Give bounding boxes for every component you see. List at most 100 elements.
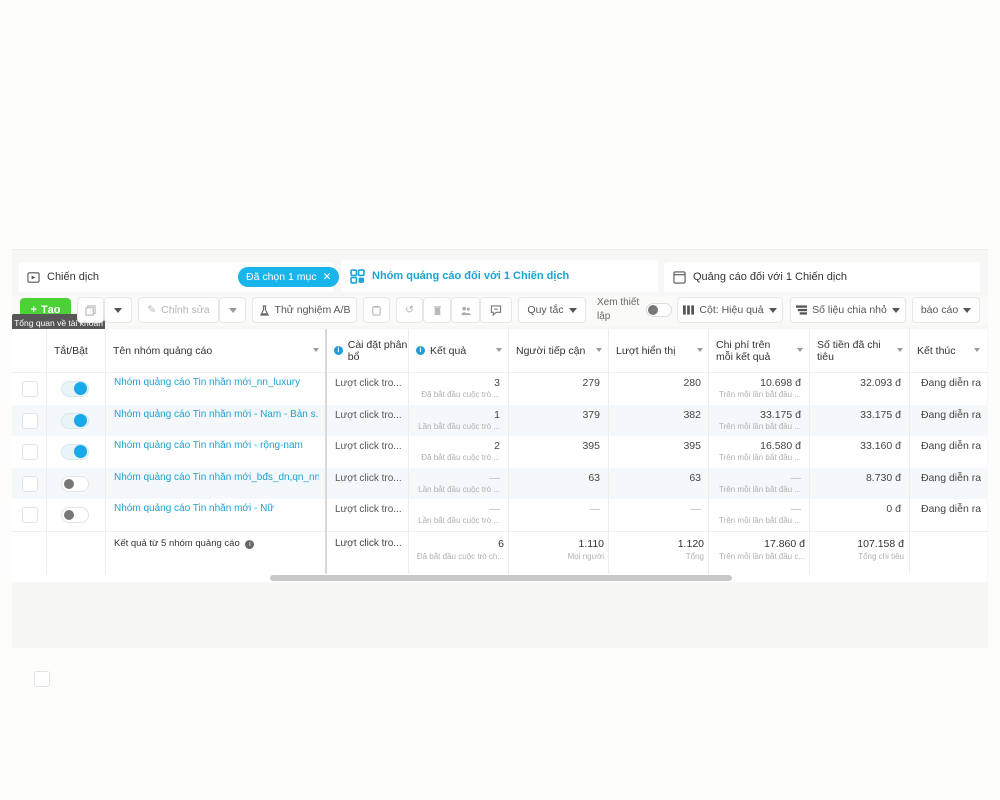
- header-amount-spent[interactable]: Số tiền đã chi tiêu: [810, 329, 909, 372]
- reports-label: báo cáo: [920, 304, 959, 316]
- column-divider: [909, 329, 910, 574]
- row-toggle[interactable]: [61, 412, 89, 429]
- row-checkbox[interactable]: [22, 381, 38, 397]
- info-icon[interactable]: i: [334, 346, 343, 355]
- header-impressions[interactable]: Lượt hiển thị: [609, 329, 709, 372]
- totals-delivery: Lượt click tro...: [335, 538, 402, 549]
- results-cell: 3: [494, 377, 500, 389]
- sort-icon[interactable]: [313, 348, 319, 352]
- header-ends-label: Kết thúc: [917, 344, 956, 357]
- clipboard-button[interactable]: [363, 297, 390, 323]
- delivery-cell: Lượt click tro...: [335, 378, 402, 389]
- rules-dropdown[interactable]: Quy tắc: [518, 297, 586, 323]
- spent-cell: 8.730 đ: [865, 471, 901, 484]
- view-setup-toggle[interactable]: [646, 303, 672, 317]
- audience-button[interactable]: [451, 297, 480, 323]
- header-results-label: Kết quả: [430, 344, 467, 357]
- results-cell: 2: [494, 440, 500, 452]
- cpr-cell: 33.175 đ: [760, 408, 801, 421]
- duplicate-icon: [85, 304, 96, 316]
- row-toggle[interactable]: [61, 381, 89, 397]
- spent-cell: 33.160 đ: [860, 440, 901, 452]
- results-sub: Lần bắt đầu cuộc trò ...: [418, 484, 500, 494]
- tab-ads-label: Quảng cáo đối với 1 Chiến dịch: [693, 271, 847, 283]
- row-checkbox[interactable]: [22, 475, 38, 492]
- info-icon[interactable]: i: [416, 346, 425, 355]
- header-spent-label: Số tiền đã chi tiêu: [817, 338, 881, 363]
- breakdown-dropdown[interactable]: Số liệu chia nhỏ: [790, 297, 906, 323]
- row-toggle[interactable]: [61, 475, 89, 492]
- spent-cell: 33.175 đ: [860, 408, 901, 421]
- chevron-down-icon: [114, 307, 122, 313]
- comment-button[interactable]: [480, 297, 512, 323]
- reach-cell: 63: [588, 471, 600, 484]
- row-checkbox[interactable]: [22, 507, 38, 523]
- totals-impressions-sub: Tổng: [685, 552, 704, 561]
- impressions-cell: 280: [683, 377, 701, 389]
- edit-button[interactable]: ✎ Chỉnh sửa: [138, 297, 219, 323]
- grid-icon: [350, 268, 365, 284]
- header-select-all[interactable]: [12, 329, 50, 687]
- sort-icon[interactable]: [596, 348, 602, 352]
- adset-name-link[interactable]: Nhóm quảng cáo Tin nhắn mới - rộng-nam: [114, 440, 319, 451]
- breakdown-icon: [796, 305, 808, 315]
- column-divider: [46, 329, 47, 574]
- adset-name-link[interactable]: Nhóm quảng cáo Tin nhắn mới_nn_luxury: [114, 377, 319, 388]
- tab-adsets[interactable]: Nhóm quảng cáo đối với 1 Chiến dịch: [341, 260, 658, 292]
- delivery-cell: Lượt click tro...: [335, 504, 402, 515]
- select-all-checkbox[interactable]: [34, 671, 50, 687]
- sort-icon[interactable]: [797, 348, 803, 352]
- row-checkbox[interactable]: [22, 412, 38, 429]
- reach-cell: 279: [582, 377, 600, 389]
- adset-name-link[interactable]: Nhóm quảng cáo Tin nhắn mới_bđs_dn,qn_nn: [114, 472, 319, 483]
- comment-icon: [490, 304, 502, 316]
- trash-icon: [433, 305, 441, 315]
- columns-dropdown[interactable]: Cột: Hiệu quả: [677, 297, 783, 323]
- chevron-down-icon: [568, 307, 577, 313]
- adset-name-link[interactable]: Nhóm quảng cáo Tin nhắn mới - Nam - Bản …: [114, 409, 319, 420]
- header-name[interactable]: Tên nhóm quảng cáo: [106, 329, 325, 372]
- columns-icon: [683, 305, 695, 315]
- edit-dropdown[interactable]: [219, 297, 246, 323]
- close-icon[interactable]: ✕: [323, 271, 332, 283]
- ab-test-button[interactable]: Thử nghiệm A/B: [252, 297, 357, 323]
- horizontal-scrollbar[interactable]: [270, 575, 732, 581]
- info-icon[interactable]: i: [245, 540, 255, 549]
- reports-dropdown[interactable]: báo cáo: [912, 297, 980, 323]
- sort-icon[interactable]: [697, 348, 703, 352]
- sort-icon[interactable]: [974, 348, 980, 352]
- header-ends[interactable]: Kết thúc: [910, 329, 986, 372]
- folder-icon: [27, 271, 40, 283]
- reach-cell: —: [589, 503, 601, 515]
- selected-items-pill[interactable]: Đã chọn 1 mục ✕: [238, 267, 340, 287]
- delete-button[interactable]: [423, 297, 451, 323]
- tab-ads[interactable]: Quảng cáo đối với 1 Chiến dịch: [664, 262, 980, 292]
- header-reach[interactable]: Người tiếp cận: [509, 329, 608, 372]
- selected-items-label: Đã chọn 1 mục: [246, 271, 317, 283]
- rules-label: Quy tắc: [527, 304, 564, 316]
- header-delivery[interactable]: i Cài đặt phân bổ: [327, 329, 408, 372]
- adset-name-link[interactable]: Nhóm quảng cáo Tin nhắn mới - Nữ: [114, 503, 319, 514]
- header-delivery-label: Cài đặt phân bổ: [347, 338, 408, 363]
- row-toggle[interactable]: [61, 444, 89, 460]
- undo-button[interactable]: ↺: [396, 297, 423, 323]
- header-results[interactable]: i Kết quả: [409, 329, 508, 372]
- results-sub: Đã bắt đầu cuộc trò ...: [421, 390, 500, 399]
- row-toggle[interactable]: [61, 507, 89, 523]
- row-checkbox[interactable]: [22, 444, 38, 460]
- sort-icon[interactable]: [897, 348, 903, 352]
- header-cost-per-result[interactable]: Chi phí trên mỗi kết quả: [709, 329, 809, 372]
- toggle-knob: [74, 413, 87, 427]
- sort-icon[interactable]: [496, 348, 502, 352]
- duplicate-dropdown[interactable]: [104, 297, 132, 323]
- results-sub: Lần bắt đầu cuộc trò ...: [418, 516, 500, 525]
- cpr-cell: —: [790, 471, 802, 484]
- totals-cpr-sub: Trên mỗi lần bắt đầu c...: [719, 552, 805, 561]
- duplicate-button[interactable]: [77, 297, 104, 323]
- ab-test-label: Thử nghiệm A/B: [274, 304, 351, 316]
- delivery-cell: Lượt click tro...: [335, 409, 402, 421]
- ends-cell: Đang diễn ra: [920, 440, 982, 452]
- people-icon: [460, 306, 471, 315]
- flask-icon: [259, 304, 269, 316]
- cpr-cell: 16.580 đ: [760, 440, 801, 452]
